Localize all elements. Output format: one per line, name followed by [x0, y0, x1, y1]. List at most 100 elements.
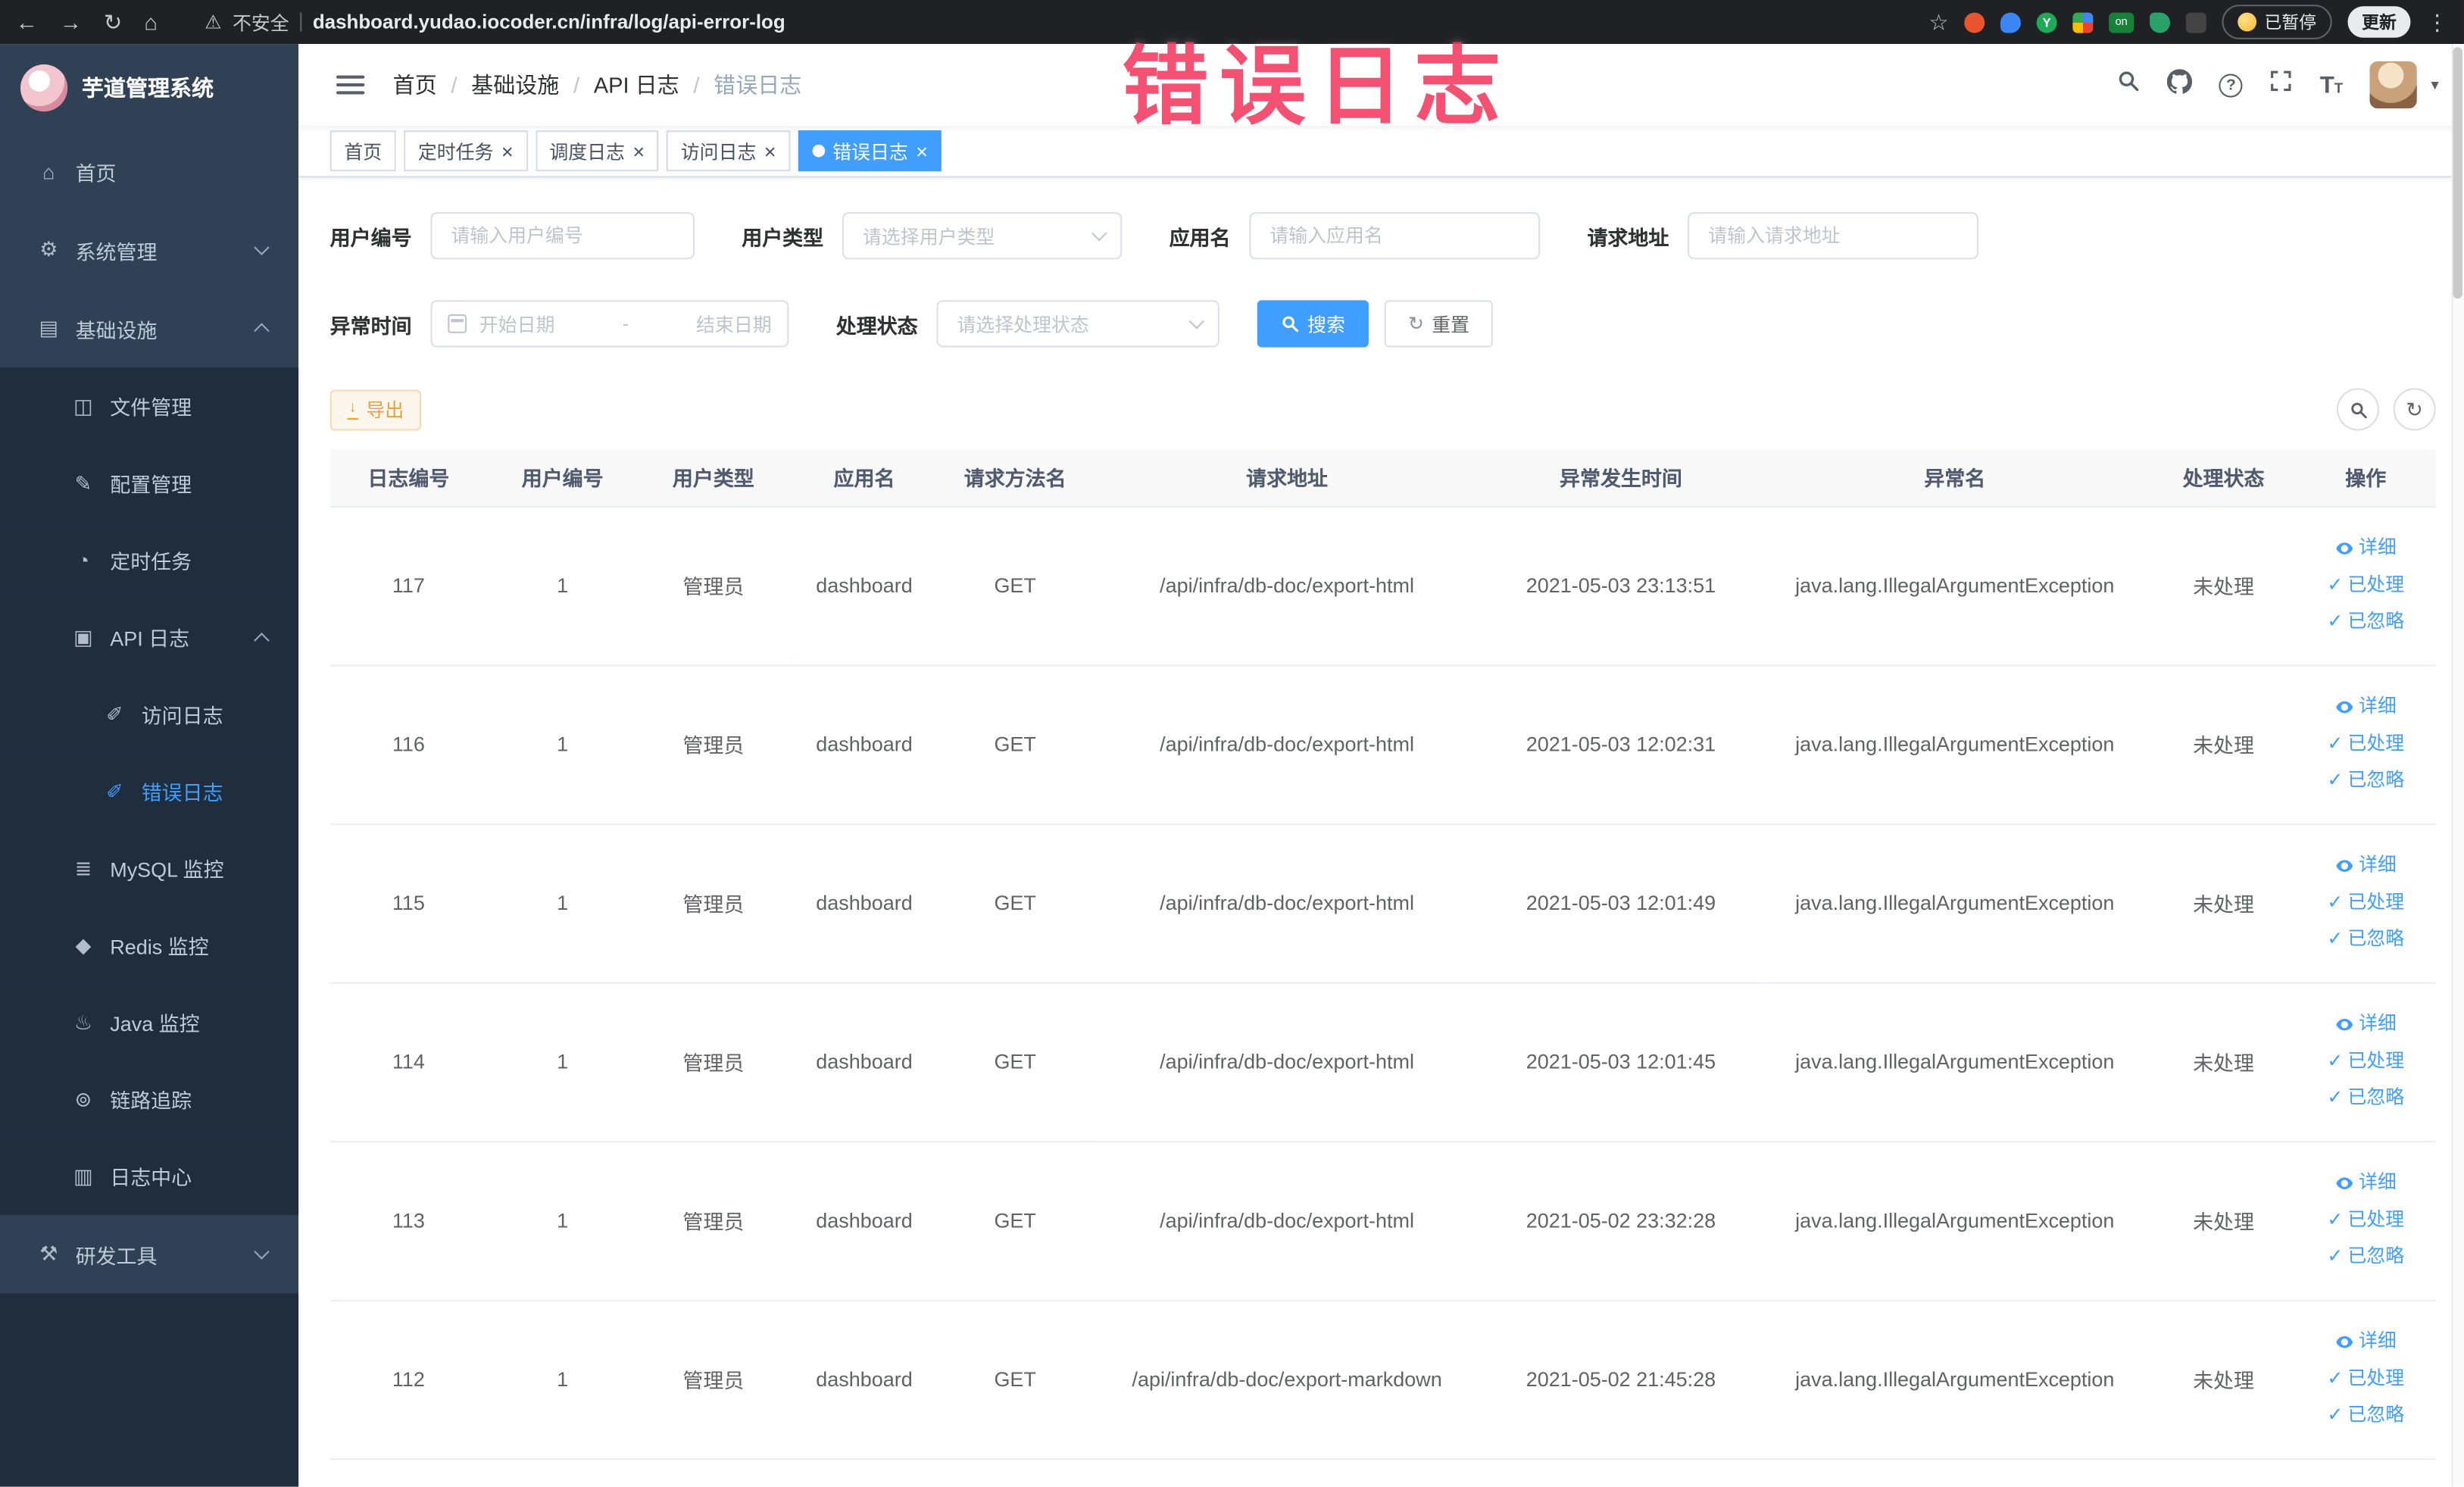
process-status-select[interactable]: 请选择处理状态 — [936, 300, 1220, 348]
check-icon: ✓ — [2327, 1404, 2344, 1426]
extension-icon-7[interactable] — [2185, 11, 2206, 33]
sidebar-item-研发工具[interactable]: ⚒ 研发工具 — [0, 1215, 298, 1294]
export-button[interactable]: ↓ 导出 — [329, 389, 422, 430]
processed-link[interactable]: ✓ 已处理 — [2305, 1360, 2426, 1398]
address-bar[interactable]: ⚠ 不安全 dashboard.yudao.iocoder.cn/infra/l… — [205, 8, 785, 35]
sidebar-menu: ⌂ 首页 ⚙ 系统管理 ▤ 基础设施 ◫ 文件管理 ✎ 配置管理 ◔ 定时任务 ▣ API 日志 ✐ 访问日志… — [0, 132, 299, 1294]
detail-link[interactable]: 详细 — [2305, 689, 2426, 726]
user-type-select[interactable]: 请选择用户类型 — [842, 212, 1123, 260]
bookmark-star-icon[interactable]: ☆ — [1928, 11, 1948, 33]
hamburger-icon[interactable] — [336, 75, 365, 95]
sidebar-item-基础设施[interactable]: ▤ 基础设施 — [0, 289, 298, 368]
close-icon[interactable]: × — [916, 141, 928, 161]
logo[interactable]: 芋道管理系统 — [0, 44, 298, 132]
update-button[interactable]: 更新 — [2347, 6, 2411, 38]
extension-icon-5[interactable]: on — [2109, 11, 2135, 33]
github-icon[interactable] — [2167, 68, 2193, 102]
breadcrumb-item-infrastructure[interactable]: 基础设施 — [471, 69, 559, 100]
ignored-link[interactable]: ✓ 已忽略 — [2305, 1239, 2426, 1276]
chevron-down-icon[interactable]: ▾ — [2431, 77, 2438, 94]
tab-首页[interactable]: 首页 — [329, 130, 396, 172]
request-url-label: 请求地址 — [1587, 225, 1669, 249]
browser-home-icon[interactable]: ⌂ — [144, 11, 158, 33]
refresh-table-button[interactable]: ↻ — [2393, 388, 2436, 431]
search-button[interactable]: 搜索 — [1257, 300, 1369, 348]
sidebar-item-MySQL 监控[interactable]: ≣ MySQL 监控 — [0, 829, 299, 908]
sidebar-item-链路追踪[interactable]: ⊚ 链路追踪 — [0, 1061, 299, 1139]
scrollbar[interactable] — [2451, 44, 2464, 1487]
request-url-input[interactable] — [1688, 212, 1979, 260]
tab-错误日志[interactable]: 错误日志 × — [798, 130, 942, 172]
table-row: 117 1 管理员 dashboard GET/api/infra/db-doc/exp… — [329, 506, 2436, 666]
sidebar-item-访问日志[interactable]: ✐ 访问日志 — [0, 676, 299, 753]
paused-button[interactable]: 已暂停 — [2222, 5, 2332, 39]
user-id-input[interactable] — [430, 212, 695, 260]
detail-link[interactable]: 详细 — [2305, 530, 2426, 567]
detail-link[interactable]: 详细 — [2305, 1324, 2426, 1361]
ignored-link[interactable]: ✓ 已忽略 — [2305, 921, 2426, 958]
cell-log-id: 113 — [329, 1141, 488, 1301]
cell-exception: java.lang.IllegalArgumentException — [1758, 664, 2152, 825]
tab-访问日志[interactable]: 访问日志 × — [667, 130, 791, 172]
cell-method: GET — [939, 1299, 1091, 1460]
table-row: 115 1 管理员 dashboard GET/api/infra/db-doc/exp… — [329, 823, 2436, 983]
extension-icon-2[interactable] — [2000, 11, 2021, 33]
sidebar-item-日志中心[interactable]: ▥ 日志中心 — [0, 1138, 299, 1215]
ignored-link[interactable]: ✓ 已忽略 — [2305, 763, 2426, 800]
cell-app-name: dashboard — [789, 982, 940, 1142]
sidebar-item-文件管理[interactable]: ◫ 文件管理 — [0, 367, 299, 445]
back-icon[interactable]: ← — [16, 11, 38, 33]
help-icon[interactable]: ? — [2219, 73, 2244, 97]
sidebar-item-Redis 监控[interactable]: ◆ Redis 监控 — [0, 907, 299, 984]
processed-link[interactable]: ✓ 已处理 — [2305, 567, 2426, 604]
sidebar-item-定时任务[interactable]: ◔ 定时任务 — [0, 521, 299, 599]
processed-link[interactable]: ✓ 已处理 — [2305, 885, 2426, 922]
sidebar-item-系统管理[interactable]: ⚙ 系统管理 — [0, 211, 298, 289]
fullscreen-icon[interactable] — [2269, 69, 2293, 100]
font-size-icon[interactable]: TT — [2320, 73, 2343, 96]
cell-url: /api/infra/db-doc/export-html — [1090, 664, 1484, 825]
table-row: 114 1 管理员 dashboard GET/api/infra/db-doc/exp… — [329, 982, 2436, 1142]
extension-icon-6[interactable] — [2150, 11, 2171, 33]
processed-label: 已处理 — [2347, 1207, 2405, 1230]
close-icon[interactable]: × — [764, 141, 776, 161]
processed-label: 已处理 — [2347, 890, 2405, 913]
kebab-menu-icon[interactable]: ⋮ — [2426, 11, 2448, 33]
sidebar-item-首页[interactable]: ⌂ 首页 — [0, 132, 298, 211]
scrollbar-thumb[interactable] — [2453, 47, 2462, 299]
close-icon[interactable]: × — [632, 141, 645, 161]
toggle-search-button[interactable] — [2336, 388, 2379, 431]
processed-link[interactable]: ✓ 已处理 — [2305, 1043, 2426, 1080]
exception-time-range[interactable]: 开始日期 - 结束日期 — [430, 300, 789, 348]
home-icon: ⌂ — [42, 159, 55, 183]
cell-exception: java.lang.IllegalArgumentException — [1758, 823, 2152, 983]
reload-icon[interactable]: ↻ — [104, 11, 122, 33]
check-icon: ✓ — [2327, 890, 2344, 913]
ignored-link[interactable]: ✓ 已忽略 — [2305, 1398, 2426, 1435]
tab-调度日志[interactable]: 调度日志 × — [535, 130, 659, 172]
ignored-link[interactable]: ✓ 已忽略 — [2305, 1080, 2426, 1117]
processed-link[interactable]: ✓ 已处理 — [2305, 1202, 2426, 1239]
tab-定时任务[interactable]: 定时任务 × — [404, 130, 528, 172]
ignored-link[interactable]: ✓ 已忽略 — [2305, 604, 2426, 641]
sidebar-item-Java 监控[interactable]: ♨ Java 监控 — [0, 983, 299, 1061]
search-icon[interactable] — [2117, 69, 2141, 100]
processed-link[interactable]: ✓ 已处理 — [2305, 726, 2426, 763]
sidebar-item-错误日志[interactable]: ✐ 错误日志 — [0, 752, 299, 830]
cell-time: 2021-05-03 12:01:49 — [1483, 823, 1759, 983]
breadcrumb-item-api-log[interactable]: API 日志 — [594, 69, 679, 100]
user-avatar[interactable] — [2369, 61, 2417, 109]
extension-icon-1[interactable] — [1964, 11, 1985, 33]
detail-link[interactable]: 详细 — [2305, 1007, 2426, 1044]
breadcrumb-item-home[interactable]: 首页 — [393, 69, 437, 100]
sidebar-item-API 日志[interactable]: ▣ API 日志 — [0, 598, 299, 676]
extension-icon-4[interactable] — [2072, 11, 2094, 33]
forward-icon[interactable]: → — [60, 11, 82, 33]
extension-icon-3[interactable]: Y — [2036, 11, 2057, 33]
detail-link[interactable]: 详细 — [2305, 1165, 2426, 1202]
detail-link[interactable]: 详细 — [2305, 848, 2426, 885]
reset-button[interactable]: ↻ 重置 — [1384, 300, 1494, 348]
app-name-input[interactable] — [1249, 212, 1541, 260]
close-icon[interactable]: × — [501, 141, 514, 161]
sidebar-item-配置管理[interactable]: ✎ 配置管理 — [0, 445, 299, 522]
